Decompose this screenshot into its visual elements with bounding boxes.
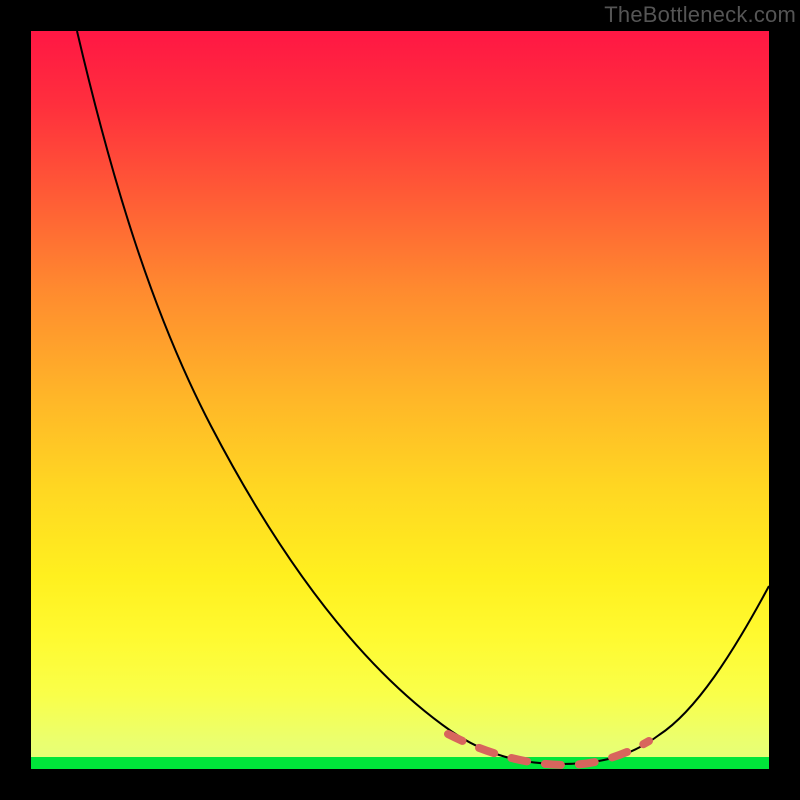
chart-svg — [31, 31, 769, 769]
chart-container: TheBottleneck.com — [0, 0, 800, 800]
watermark-text: TheBottleneck.com — [604, 2, 796, 28]
green-band — [31, 757, 769, 769]
plot-area — [31, 31, 769, 769]
heat-gradient — [31, 31, 769, 769]
